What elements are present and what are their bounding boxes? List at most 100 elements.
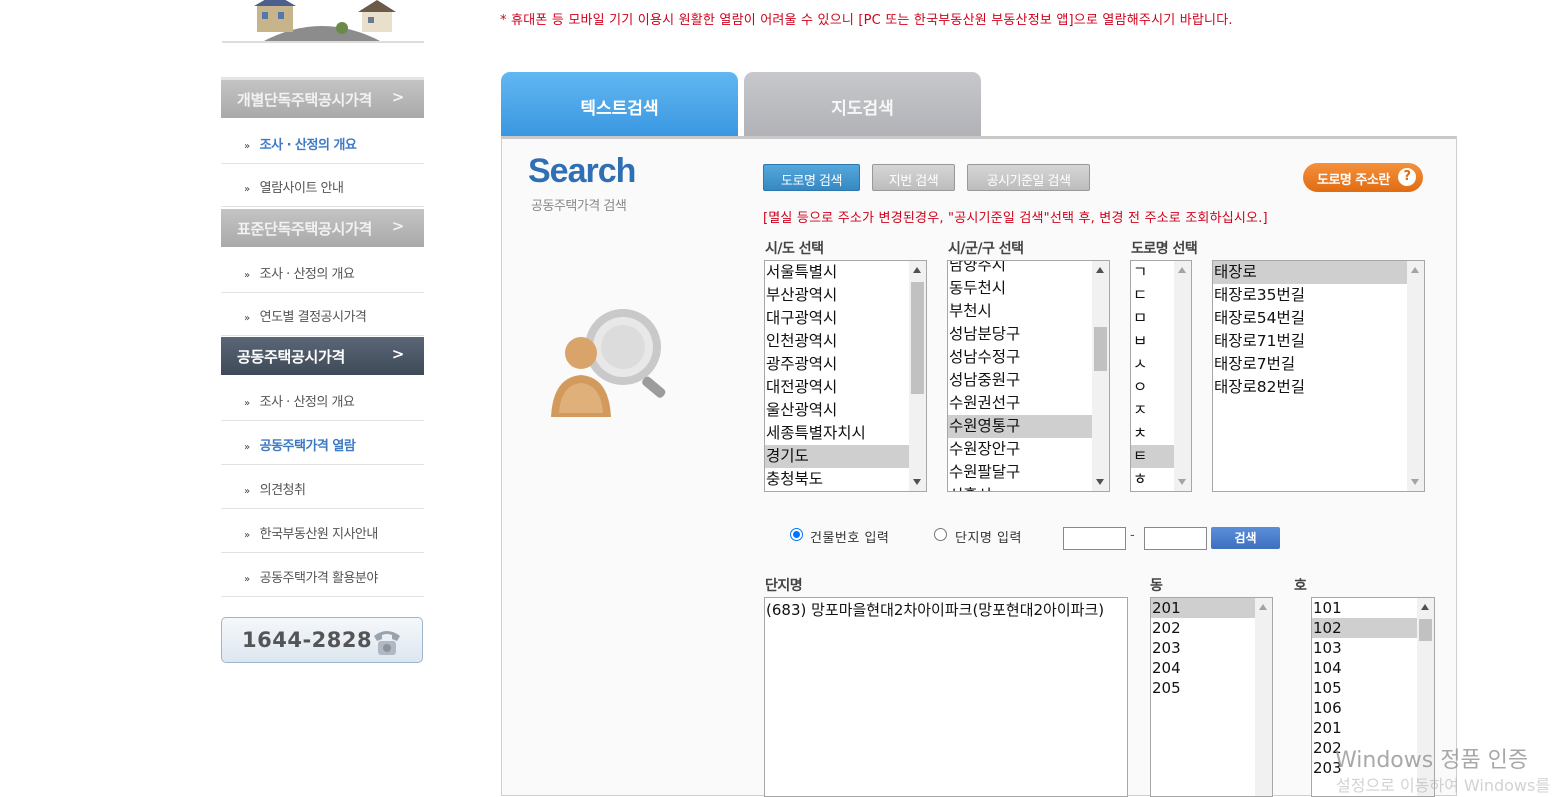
list-item[interactable]: 울산광역시 — [765, 399, 926, 422]
list-item[interactable]: 인천광역시 — [765, 330, 926, 353]
list-item[interactable]: 남양주시 — [948, 261, 1109, 277]
scroll-thumb[interactable] — [1419, 619, 1432, 641]
sidebar-item-standard-survey[interactable]: » 조사 · 산정의 개요 — [221, 250, 424, 293]
phone-banner[interactable]: 1644-2828 — [221, 617, 423, 663]
scrollbar[interactable] — [909, 261, 926, 491]
list-item-selected[interactable]: 태장로 — [1213, 261, 1424, 284]
sidebar-item-yearly-price[interactable]: » 연도별 결정공시가격 — [221, 293, 424, 336]
scrollbar[interactable] — [1092, 261, 1109, 491]
list-item[interactable]: 광주광역시 — [765, 353, 926, 376]
list-item[interactable]: 태장로54번길 — [1213, 307, 1424, 330]
scrollbar[interactable] — [1174, 261, 1191, 491]
dong-select[interactable]: 201 202 203 204 205 — [1150, 597, 1273, 797]
sigungu-select[interactable]: 남양주시 동두천시 부천시 성남분당구 성남수정구 성남중원구 수원권선구 수원… — [947, 260, 1110, 492]
sidebar-item-label: 한국부동산원 지사안내 — [259, 527, 379, 542]
scroll-up-icon[interactable] — [1259, 604, 1267, 610]
sidebar-item-branch-info[interactable]: » 한국부동산원 지사안내 — [221, 510, 424, 553]
building-number-radio[interactable] — [790, 528, 803, 541]
list-item[interactable]: 부천시 — [948, 300, 1109, 323]
road-search-button[interactable]: 도로명 검색 — [763, 164, 860, 191]
list-item[interactable]: 성남분당구 — [948, 323, 1109, 346]
sidebar-item-label: 조사 · 산정의 개요 — [259, 395, 355, 410]
list-item[interactable]: 태장로7번길 — [1213, 353, 1424, 376]
list-item-selected[interactable]: 102 — [1312, 618, 1434, 638]
scroll-down-icon[interactable] — [1178, 479, 1186, 485]
list-item[interactable]: 204 — [1151, 658, 1272, 678]
sidebar-item-usage[interactable]: » 공동주택가격 활용분야 — [221, 554, 424, 597]
list-item[interactable]: 세종특별자치시 — [765, 422, 926, 445]
scroll-up-icon[interactable] — [1421, 604, 1429, 610]
list-item[interactable]: 부산광역시 — [765, 284, 926, 307]
windows-activation-subtext: 설정으로 이동하여 Windows를 — [1336, 776, 1551, 795]
windows-activation-watermark: Windows 정품 인증 — [1335, 748, 1529, 773]
search-button[interactable]: 검색 — [1211, 527, 1280, 549]
list-item[interactable]: 106 — [1312, 698, 1434, 718]
list-item[interactable]: 105 — [1312, 678, 1434, 698]
scroll-up-icon[interactable] — [1096, 267, 1104, 273]
complex-select[interactable]: (683) 망포마을현대2차아이파크(망포현대2아이파크) — [764, 597, 1128, 797]
sidebar-header-standard-house[interactable]: 표준단독주택공시가격 > — [221, 209, 424, 247]
list-item[interactable]: 101 — [1312, 598, 1434, 618]
building-sub-number-input[interactable] — [1144, 527, 1207, 550]
sidebar-item-apartment-price-view[interactable]: » 공동주택가격 열람 — [221, 422, 424, 465]
list-item[interactable]: 성남수정구 — [948, 346, 1109, 369]
scroll-down-icon[interactable] — [1096, 479, 1104, 485]
scroll-down-icon[interactable] — [1411, 479, 1419, 485]
bullet-icon: » — [244, 184, 250, 195]
list-item[interactable]: 시흥시 — [948, 484, 1109, 491]
list-item-selected[interactable]: 수원영통구 — [948, 415, 1109, 438]
scroll-up-icon[interactable] — [1411, 267, 1419, 273]
list-item[interactable]: 수원팔달구 — [948, 461, 1109, 484]
list-item[interactable]: 대구광역시 — [765, 307, 926, 330]
sidebar-header-apartment[interactable]: 공동주택공시가격 > — [221, 337, 424, 375]
sidebar-header-label: 표준단독주택공시가격 — [237, 220, 373, 238]
list-item[interactable]: 성남중원구 — [948, 369, 1109, 392]
sidebar-item-individual-survey[interactable]: » 조사 · 산정의 개요 — [221, 121, 424, 164]
mobile-notice: * 휴대폰 등 모바일 기기 이용시 원활한 열람이 어려울 수 있으니 [PC… — [500, 13, 1233, 28]
list-item[interactable]: 103 — [1312, 638, 1434, 658]
scroll-up-icon[interactable] — [913, 267, 921, 273]
list-item[interactable]: 203 — [1151, 638, 1272, 658]
date-search-button[interactable]: 공시기준일 검색 — [967, 164, 1090, 191]
complex-name-radio[interactable] — [934, 528, 947, 541]
building-main-number-input[interactable] — [1063, 527, 1126, 550]
sido-select[interactable]: 서울특별시 부산광역시 대구광역시 인천광역시 광주광역시 대전광역시 울산광역… — [764, 260, 927, 492]
list-item[interactable]: 태장로71번길 — [1213, 330, 1424, 353]
scroll-down-icon[interactable] — [913, 479, 921, 485]
scroll-thumb[interactable] — [911, 282, 924, 394]
road-address-button[interactable]: 도로명 주소란 ? — [1303, 163, 1423, 192]
complex-label: 단지명 — [765, 578, 803, 594]
list-item[interactable]: (683) 망포마을현대2차아이파크(망포현대2아이파크) — [765, 598, 1127, 622]
list-item[interactable]: 서울특별시 — [765, 261, 926, 284]
lot-search-button[interactable]: 지번 검색 — [872, 164, 955, 191]
list-item[interactable]: 수원권선구 — [948, 392, 1109, 415]
sidebar-item-viewing-site[interactable]: » 열람사이트 안내 — [221, 164, 424, 207]
list-item[interactable]: 태장로35번길 — [1213, 284, 1424, 307]
list-item[interactable]: 수원장안구 — [948, 438, 1109, 461]
list-item[interactable]: 205 — [1151, 678, 1272, 698]
sidebar-header-label: 개별단독주택공시가격 — [237, 91, 373, 109]
sidebar-header-individual-house[interactable]: 개별단독주택공시가격 > — [221, 80, 424, 118]
list-item[interactable]: 201 — [1312, 718, 1434, 738]
sidebar-item-opinion[interactable]: » 의견청취 — [221, 466, 424, 509]
sidebar-item-apartment-survey[interactable]: » 조사 · 산정의 개요 — [221, 378, 424, 421]
list-item[interactable]: 202 — [1151, 618, 1272, 638]
list-item[interactable]: 대전광역시 — [765, 376, 926, 399]
list-item[interactable]: 104 — [1312, 658, 1434, 678]
list-item-selected[interactable]: 201 — [1151, 598, 1272, 618]
tab-text-search[interactable]: 텍스트검색 — [501, 72, 738, 136]
road-select[interactable]: 태장로 태장로35번길 태장로54번길 태장로71번길 태장로7번길 태장로82… — [1212, 260, 1425, 492]
list-item[interactable]: 충청북도 — [765, 468, 926, 491]
list-item[interactable]: 동두천시 — [948, 277, 1109, 300]
scroll-up-icon[interactable] — [1178, 267, 1186, 273]
site-logo — [254, 0, 396, 42]
list-item-selected[interactable]: 경기도 — [765, 445, 926, 468]
scrollbar[interactable] — [1407, 261, 1424, 491]
scroll-thumb[interactable] — [1094, 327, 1107, 371]
list-item[interactable]: 태장로82번길 — [1213, 376, 1424, 399]
sido-label: 시/도 선택 — [765, 241, 824, 257]
bullet-icon: » — [244, 574, 250, 585]
initial-consonant-select[interactable]: ㄱ ㄷ ㅁ ㅂ ㅅ ㅇ ㅈ ㅊ ㅌ ㅎ — [1130, 260, 1192, 492]
scrollbar[interactable] — [1255, 598, 1272, 796]
tab-map-search[interactable]: 지도검색 — [744, 72, 981, 136]
